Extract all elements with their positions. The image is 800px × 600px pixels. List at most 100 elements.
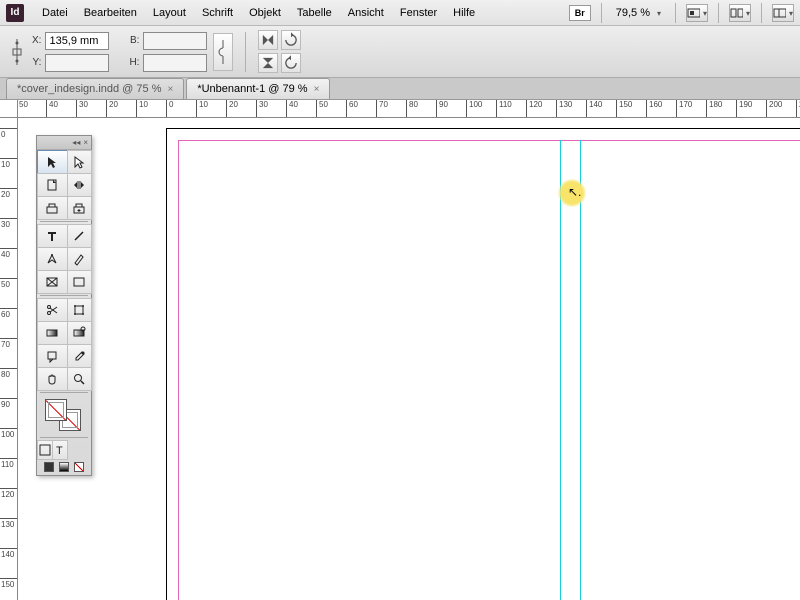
chevron-down-icon <box>700 7 707 19</box>
ruler-tick: 130 <box>556 100 572 117</box>
menu-tabelle[interactable]: Tabelle <box>289 3 340 23</box>
apply-none-button[interactable] <box>74 462 84 472</box>
ruler-tick: 30 <box>76 100 88 117</box>
zoom-value: 79,5 % <box>616 7 650 19</box>
ruler-tick: 90 <box>436 100 448 117</box>
zoom-tool[interactable] <box>67 367 92 391</box>
ruler-tick: 130 <box>0 518 17 529</box>
menu-hilfe[interactable]: Hilfe <box>445 3 483 23</box>
document-tab[interactable]: *Unbenannt-1 @ 79 % × <box>186 78 330 99</box>
bridge-button[interactable]: Br <box>569 5 591 21</box>
arrange-button[interactable] <box>729 4 751 22</box>
eyedropper-tool[interactable] <box>67 344 92 368</box>
apply-grad-button[interactable] <box>59 462 69 472</box>
collapse-icon[interactable]: ◂◂ <box>72 138 80 147</box>
close-icon[interactable]: × <box>83 138 88 147</box>
ruler-tick: 30 <box>0 218 17 229</box>
menu-layout[interactable]: Layout <box>145 3 194 23</box>
apply-fill-button[interactable] <box>44 462 54 472</box>
chevron-down-icon <box>786 7 793 19</box>
ruler-tick: 20 <box>0 188 17 199</box>
menu-bar: Id DateiBearbeitenLayoutSchriftObjektTab… <box>0 0 800 26</box>
pencil-tool[interactable] <box>67 247 92 271</box>
column-guide <box>560 140 561 600</box>
chevron-down-icon <box>654 7 661 19</box>
content-collector-tool[interactable] <box>37 196 68 220</box>
scissors-tool[interactable] <box>37 298 68 322</box>
rectangle-frame-tool[interactable] <box>37 270 68 294</box>
separator <box>245 32 246 72</box>
ruler-tick: 80 <box>0 368 17 379</box>
rectangle-tool[interactable] <box>67 270 92 294</box>
rotate-ccw-button[interactable] <box>281 53 301 73</box>
line-tool[interactable] <box>67 224 92 248</box>
ruler-tick: 170 <box>676 100 692 117</box>
ruler-tick: 140 <box>586 100 602 117</box>
control-bar: X: 135,9 mm Y: B: H: <box>0 26 800 78</box>
separator <box>718 3 719 23</box>
fill-stroke-swatch[interactable] <box>37 395 91 435</box>
x-field[interactable]: 135,9 mm <box>45 32 109 50</box>
separator <box>601 3 602 23</box>
close-icon[interactable]: × <box>314 84 320 95</box>
ruler-tick: 30 <box>256 100 268 117</box>
y-field[interactable] <box>45 54 109 72</box>
ruler-tick: 150 <box>0 578 17 589</box>
ruler-tick: 210 <box>796 100 800 117</box>
flip-horizontal-button[interactable] <box>258 30 278 50</box>
vertical-ruler[interactable]: 0102030405060708090100110120130140150160… <box>0 118 18 600</box>
hand-tool[interactable] <box>37 367 68 391</box>
app-icon: Id <box>6 4 24 22</box>
close-icon[interactable]: × <box>167 84 173 95</box>
ruler-tick: 50 <box>0 278 17 289</box>
type-tool[interactable] <box>37 224 68 248</box>
ruler-origin[interactable] <box>0 100 18 118</box>
ruler-tick: 10 <box>0 158 17 169</box>
ruler-tick: 70 <box>0 338 17 349</box>
ruler-tick: 90 <box>0 398 17 409</box>
canvas[interactable]: ↖. <box>18 118 800 600</box>
flip-vertical-button[interactable] <box>258 53 278 73</box>
menu-bearbeiten[interactable]: Bearbeiten <box>76 3 145 23</box>
direct-selection-tool[interactable] <box>67 150 92 174</box>
ruler-tick: 10 <box>196 100 208 117</box>
preview-mode[interactable]: T <box>52 440 68 460</box>
free-transform-tool[interactable] <box>67 298 92 322</box>
ruler-tick: 80 <box>406 100 418 117</box>
column-guide <box>580 140 581 600</box>
constrain-proportions-icon[interactable] <box>213 33 233 71</box>
gap-tool[interactable] <box>67 173 92 197</box>
ruler-tick: 40 <box>0 248 17 259</box>
pen-tool[interactable] <box>37 247 68 271</box>
h-field[interactable] <box>143 54 207 72</box>
w-field[interactable] <box>143 32 207 50</box>
horizontal-ruler[interactable]: 5040302010010203040506070809010011012013… <box>18 100 800 118</box>
color-mode-row <box>37 459 91 475</box>
ruler-tick: 190 <box>736 100 752 117</box>
menu-schrift[interactable]: Schrift <box>194 3 241 23</box>
ruler-tick: 20 <box>226 100 238 117</box>
menu-ansicht[interactable]: Ansicht <box>340 3 392 23</box>
normal-view-mode[interactable] <box>37 440 53 460</box>
rotate-cw-button[interactable] <box>281 30 301 50</box>
ruler-tick: 150 <box>616 100 632 117</box>
menu-fenster[interactable]: Fenster <box>392 3 445 23</box>
reference-point-icon[interactable] <box>8 32 26 72</box>
ruler-tick: 40 <box>286 100 298 117</box>
content-placer-tool[interactable] <box>67 196 92 220</box>
selection-tool[interactable] <box>37 150 68 174</box>
ruler-tick: 120 <box>526 100 542 117</box>
gradient-swatch-tool[interactable] <box>37 321 68 345</box>
zoom-level-combo[interactable]: 79,5 % <box>612 7 665 19</box>
gradient-feather-tool[interactable] <box>67 321 92 345</box>
y-label: Y: <box>32 57 43 68</box>
ruler-tick: 60 <box>346 100 358 117</box>
document-tab[interactable]: *cover_indesign.indd @ 75 % × <box>6 78 184 99</box>
panel-header[interactable]: ◂◂ × <box>37 136 91 150</box>
menu-datei[interactable]: Datei <box>34 3 76 23</box>
page-tool[interactable] <box>37 173 68 197</box>
note-tool[interactable] <box>37 344 68 368</box>
workspace-button[interactable] <box>772 4 794 22</box>
screen-mode-button[interactable] <box>686 4 708 22</box>
menu-objekt[interactable]: Objekt <box>241 3 289 23</box>
